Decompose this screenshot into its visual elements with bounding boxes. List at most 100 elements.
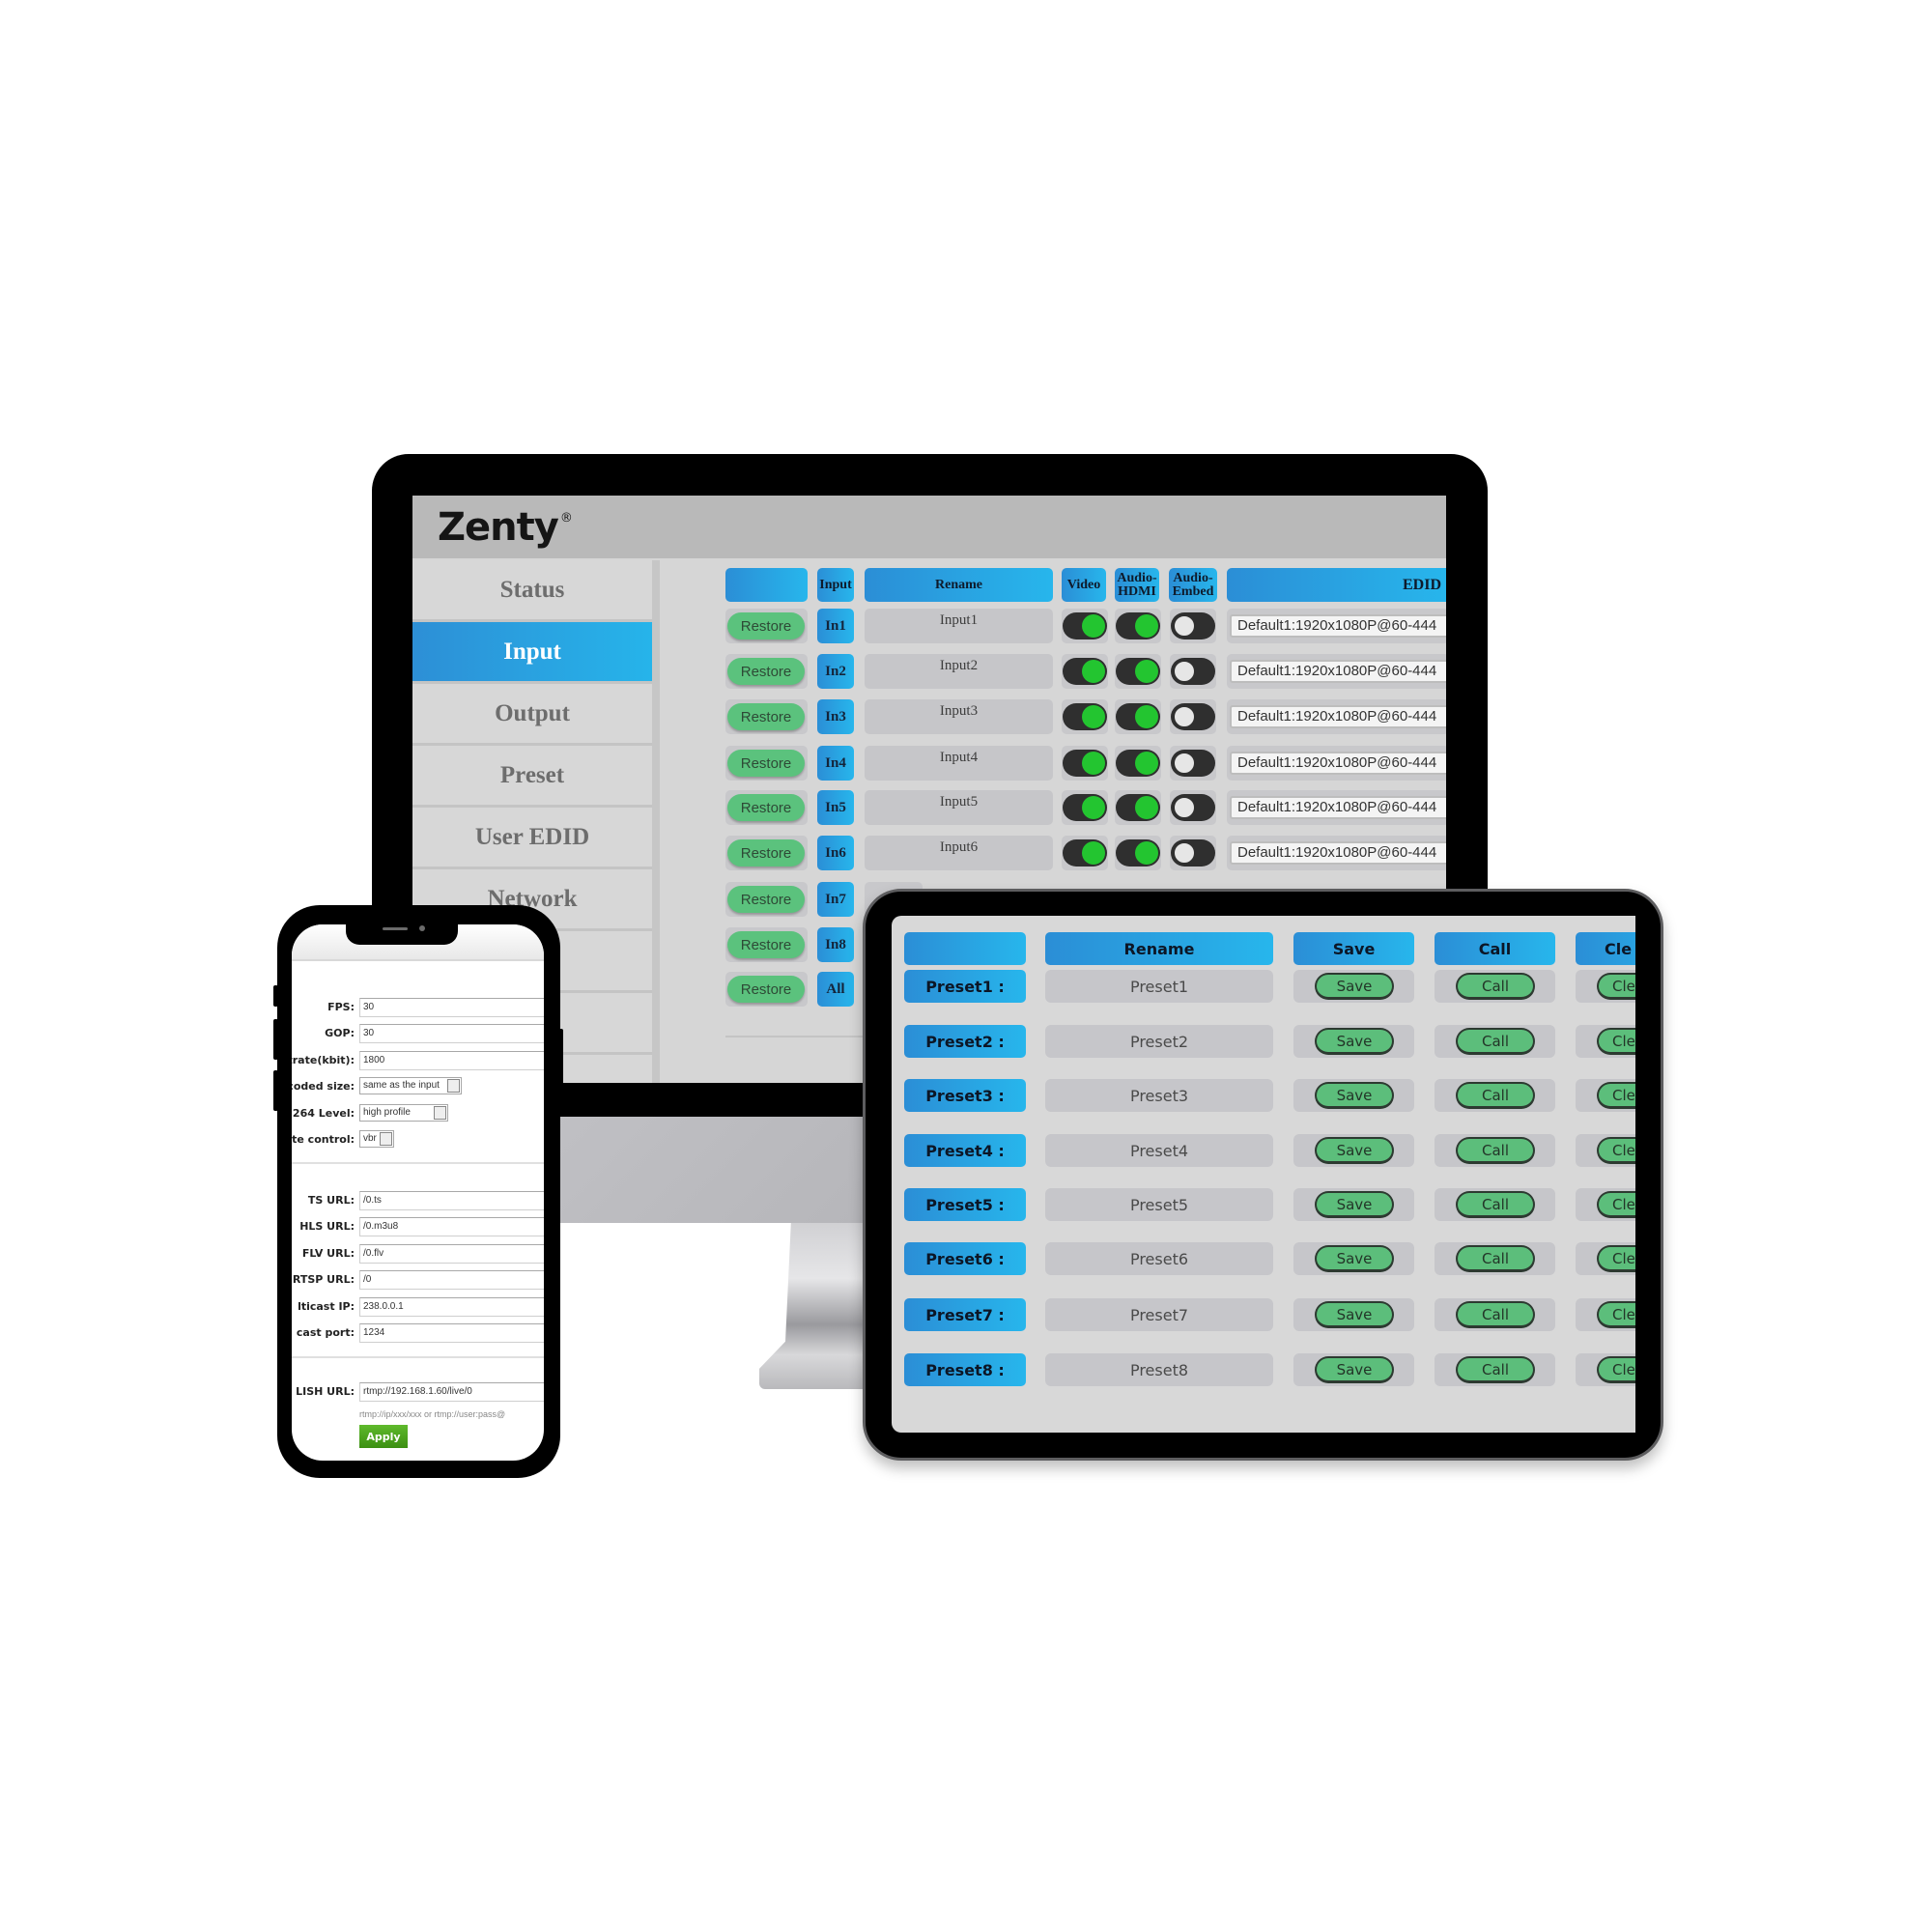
save-button[interactable]: Save: [1315, 1028, 1394, 1055]
audio-embed-toggle[interactable]: [1171, 839, 1215, 867]
rename-field[interactable]: Input5: [865, 790, 1053, 825]
select-field[interactable]: same as the input: [359, 1077, 462, 1094]
sidebar-item-user-edid[interactable]: User EDID: [412, 808, 652, 869]
call-button[interactable]: Call: [1456, 1082, 1535, 1109]
text-input[interactable]: 30: [359, 1024, 544, 1043]
select-field[interactable]: high profile: [359, 1104, 448, 1122]
preset-rename-field[interactable]: Preset3: [1045, 1079, 1273, 1112]
edid-select[interactable]: Default1:1920x1080P@60-444: [1230, 660, 1446, 683]
call-button[interactable]: Call: [1456, 1028, 1535, 1055]
save-button[interactable]: Save: [1315, 1082, 1394, 1109]
rename-field[interactable]: Input1: [865, 609, 1053, 643]
edid-select[interactable]: Default1:1920x1080P@60-444: [1230, 841, 1446, 865]
edid-select[interactable]: Default1:1920x1080P@60-444: [1230, 614, 1446, 638]
dropdown-arrow-icon[interactable]: [434, 1106, 446, 1120]
select-field[interactable]: vbr: [359, 1130, 394, 1148]
audio-embed-toggle[interactable]: [1171, 658, 1215, 685]
restore-button[interactable]: Restore: [727, 750, 805, 777]
text-input[interactable]: 1800: [359, 1051, 544, 1070]
preset-rename-field[interactable]: Preset8: [1045, 1353, 1273, 1386]
video-toggle[interactable]: [1063, 703, 1107, 730]
clear-button[interactable]: Cle: [1597, 1191, 1635, 1218]
clear-button[interactable]: Cle: [1597, 1028, 1635, 1055]
save-button[interactable]: Save: [1315, 1356, 1394, 1383]
call-button[interactable]: Call: [1456, 1191, 1535, 1218]
call-button[interactable]: Call: [1456, 1245, 1535, 1272]
text-input[interactable]: 1234: [359, 1323, 544, 1343]
sidebar-item-preset[interactable]: Preset: [412, 746, 652, 808]
audio-hdmi-toggle[interactable]: [1116, 750, 1160, 777]
text-input[interactable]: /0.flv: [359, 1244, 544, 1264]
save-button[interactable]: Save: [1315, 973, 1394, 1000]
restore-button[interactable]: Restore: [727, 839, 805, 867]
audio-embed-toggle[interactable]: [1171, 750, 1215, 777]
call-button[interactable]: Call: [1456, 1301, 1535, 1328]
audio-hdmi-toggle[interactable]: [1116, 612, 1160, 639]
clear-button[interactable]: Cle: [1597, 1356, 1635, 1383]
restore-button[interactable]: Restore: [727, 886, 805, 913]
text-input[interactable]: 238.0.0.1: [359, 1297, 544, 1317]
sidebar-item-status[interactable]: Status: [412, 560, 652, 622]
text-input[interactable]: /0.ts: [359, 1191, 544, 1210]
sidebar-item-input[interactable]: Input: [412, 622, 652, 684]
toggle-knob: [1135, 796, 1158, 819]
clear-button[interactable]: Cle: [1597, 1082, 1635, 1109]
save-button[interactable]: Save: [1315, 1137, 1394, 1164]
preset-rename-field[interactable]: Preset5: [1045, 1188, 1273, 1221]
rename-field[interactable]: Input3: [865, 699, 1053, 734]
publish-url-input[interactable]: rtmp://192.168.1.60/live/0: [359, 1382, 544, 1402]
call-button[interactable]: Call: [1456, 973, 1535, 1000]
audio-hdmi-toggle[interactable]: [1116, 703, 1160, 730]
text-input[interactable]: /0.m3u8: [359, 1217, 544, 1236]
preset-rename-field[interactable]: Preset7: [1045, 1298, 1273, 1331]
restore-button[interactable]: Restore: [727, 794, 805, 821]
edid-select[interactable]: Default1:1920x1080P@60-444: [1230, 752, 1446, 775]
call-button[interactable]: Call: [1456, 1137, 1535, 1164]
audio-embed-toggle[interactable]: [1171, 703, 1215, 730]
clear-button[interactable]: Cle: [1597, 1245, 1635, 1272]
preset-rename-field[interactable]: Preset4: [1045, 1134, 1273, 1167]
clear-button[interactable]: Cle: [1597, 973, 1635, 1000]
save-button[interactable]: Save: [1315, 1245, 1394, 1272]
restore-button[interactable]: Restore: [727, 976, 805, 1003]
restore-button[interactable]: Restore: [727, 612, 805, 639]
audio-hdmi-toggle[interactable]: [1116, 794, 1160, 821]
restore-button[interactable]: Restore: [727, 931, 805, 958]
call-button[interactable]: Call: [1456, 1356, 1535, 1383]
video-toggle[interactable]: [1063, 750, 1107, 777]
toggle-knob: [1135, 841, 1158, 865]
rename-field[interactable]: Input6: [865, 836, 1053, 870]
rename-field[interactable]: Input2: [865, 654, 1053, 689]
field-label: lticast IP:: [298, 1300, 355, 1313]
video-toggle[interactable]: [1063, 658, 1107, 685]
text-input[interactable]: /0: [359, 1270, 544, 1290]
rename-field[interactable]: Input4: [865, 746, 1053, 781]
section-divider: [292, 1356, 544, 1358]
clear-button[interactable]: Cle: [1597, 1301, 1635, 1328]
dropdown-arrow-icon[interactable]: [447, 1079, 460, 1093]
audio-embed-toggle[interactable]: [1171, 612, 1215, 639]
save-button[interactable]: Save: [1315, 1301, 1394, 1328]
edid-select[interactable]: Default1:1920x1080P@60-444: [1230, 796, 1446, 819]
input-badge: In8: [817, 927, 854, 962]
video-toggle[interactable]: [1063, 794, 1107, 821]
preset-rename-field[interactable]: Preset6: [1045, 1242, 1273, 1275]
clear-cell: Cle: [1576, 970, 1635, 1003]
dropdown-arrow-icon[interactable]: [380, 1132, 392, 1146]
text-input[interactable]: 30: [359, 998, 544, 1017]
restore-button[interactable]: Restore: [727, 703, 805, 730]
sidebar-item-output[interactable]: Output: [412, 684, 652, 746]
clear-button[interactable]: Cle: [1597, 1137, 1635, 1164]
restore-button[interactable]: Restore: [727, 658, 805, 685]
save-button[interactable]: Save: [1315, 1191, 1394, 1218]
edid-select[interactable]: Default1:1920x1080P@60-444: [1230, 705, 1446, 728]
preset-rename-field[interactable]: Preset1: [1045, 970, 1273, 1003]
audio-hdmi-toggle[interactable]: [1116, 658, 1160, 685]
video-toggle[interactable]: [1063, 839, 1107, 867]
audio-embed-toggle[interactable]: [1171, 794, 1215, 821]
preset-rename-field[interactable]: Preset2: [1045, 1025, 1273, 1058]
clear-cell: Cle: [1576, 1134, 1635, 1167]
audio-hdmi-toggle[interactable]: [1116, 839, 1160, 867]
video-toggle[interactable]: [1063, 612, 1107, 639]
apply-button[interactable]: Apply: [359, 1425, 408, 1448]
